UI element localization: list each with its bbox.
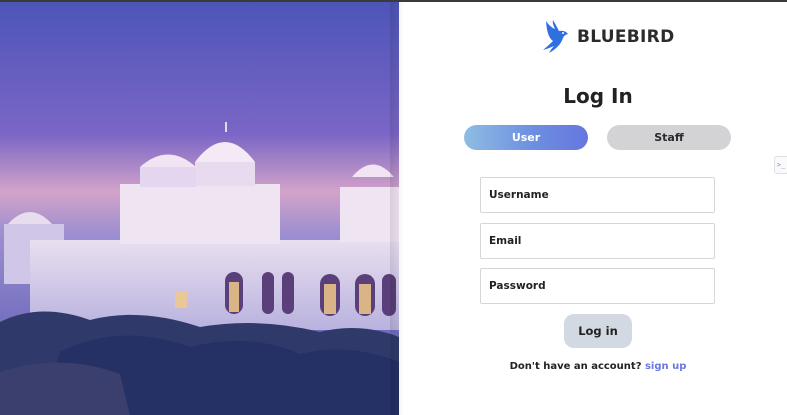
brand[interactable]: BLUEBIRD [541, 18, 675, 56]
side-panel-toggle[interactable]: >_ [774, 156, 787, 174]
signup-link[interactable]: sign up [645, 361, 686, 372]
page-title: Log In [563, 84, 633, 108]
signup-prompt: Don't have an account? sign up [399, 361, 787, 372]
tab-user[interactable]: User [464, 125, 588, 150]
login-panel: BLUEBIRD Log In User Staff Log in Don't … [399, 2, 787, 415]
hero-image-palace [0, 2, 399, 415]
username-field[interactable] [480, 177, 715, 213]
password-field[interactable] [480, 268, 715, 304]
login-button[interactable]: Log in [564, 314, 632, 348]
signup-prompt-text: Don't have an account? [509, 361, 642, 372]
email-field[interactable] [480, 223, 715, 259]
tab-staff[interactable]: Staff [607, 125, 731, 150]
brand-name: BLUEBIRD [577, 27, 675, 47]
bluebird-logo-icon [543, 20, 568, 53]
